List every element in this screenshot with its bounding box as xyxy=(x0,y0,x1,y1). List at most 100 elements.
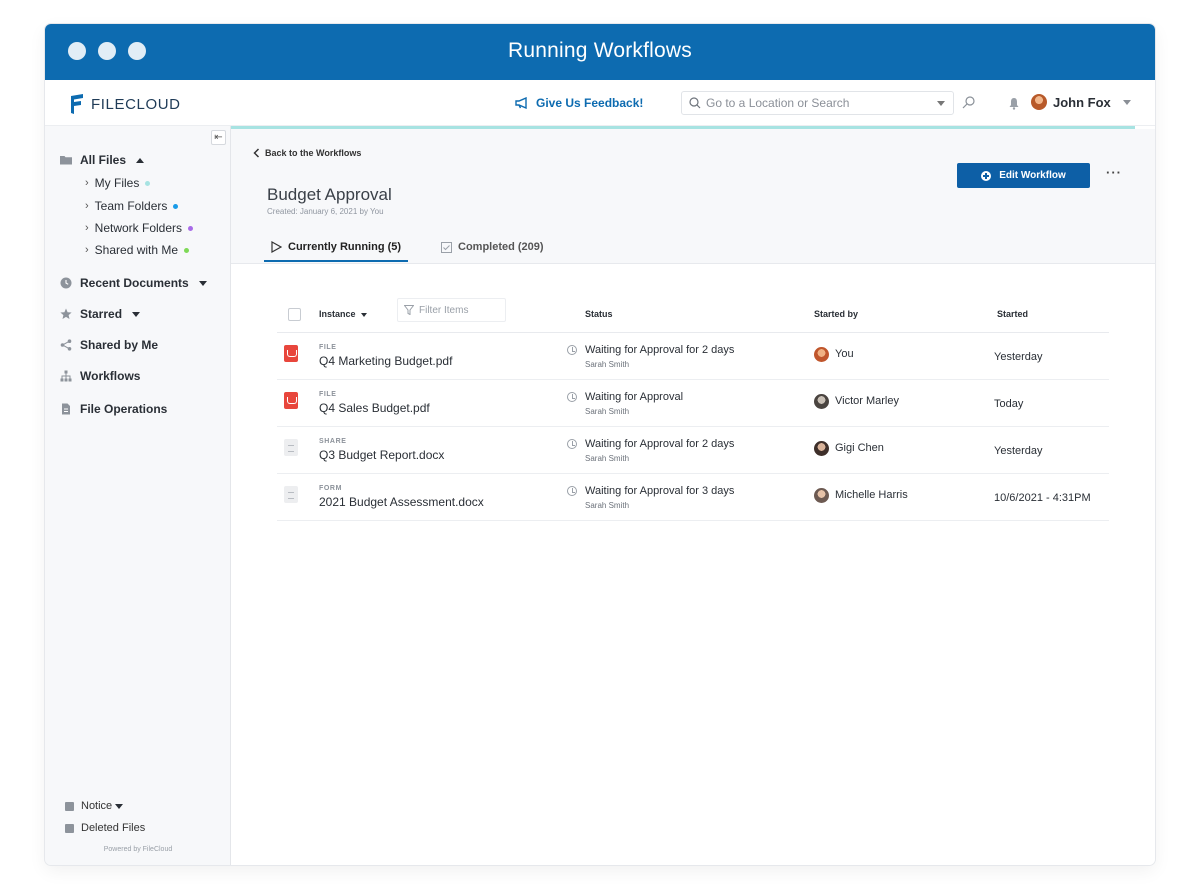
table-row[interactable]: FILE Q4 Marketing Budget.pdf Waiting for… xyxy=(277,333,1109,380)
sidebar-item-label: Shared with Me xyxy=(94,243,179,257)
sidebar-item-shared-with-me[interactable]: › Shared with Me xyxy=(85,243,190,257)
color-dot xyxy=(145,180,151,186)
clock-icon xyxy=(567,392,577,402)
active-tab-indicator xyxy=(264,260,408,262)
more-options-icon[interactable]: ··· xyxy=(1106,165,1122,180)
sidebar-item-workflows[interactable]: Workflows xyxy=(60,369,140,383)
document-icon xyxy=(62,403,70,415)
collapse-sidebar-icon[interactable]: ⇤ xyxy=(211,130,226,145)
filter-items-input[interactable] xyxy=(419,304,499,316)
clock-icon xyxy=(567,486,577,496)
chevron-right-icon: › xyxy=(85,244,89,256)
feedback-label: Give Us Feedback! xyxy=(536,96,644,110)
started-column-header[interactable]: Started xyxy=(997,309,1028,319)
chevron-up-icon xyxy=(136,157,145,163)
sidebar-item-starred[interactable]: Starred xyxy=(60,307,141,321)
tab-completed[interactable]: Completed (209) xyxy=(441,241,544,253)
avatar xyxy=(814,347,829,362)
item-kind: SHARE xyxy=(319,438,347,445)
feedback-link[interactable]: Give Us Feedback! xyxy=(515,96,643,110)
filecloud-logo[interactable]: FILECLOUD xyxy=(69,94,181,114)
item-name[interactable]: Q4 Sales Budget.pdf xyxy=(319,401,430,415)
workflow-icon xyxy=(60,370,72,382)
share-file-icon xyxy=(284,439,298,456)
filter-items-box[interactable] xyxy=(397,298,506,322)
user-menu[interactable]: John Fox xyxy=(1031,94,1131,110)
table-row[interactable]: SHARE Q3 Budget Report.docx Waiting for … xyxy=(277,427,1109,474)
sidebar-item-shared-by-me[interactable]: Shared by Me xyxy=(60,338,158,352)
sidebar-item-my-files[interactable]: › My Files xyxy=(85,176,151,190)
item-name[interactable]: Q3 Budget Report.docx xyxy=(319,448,444,462)
item-kind: FORM xyxy=(319,485,343,492)
user-name: John Fox xyxy=(1053,94,1111,110)
top-bar: FILECLOUD Give Us Feedback! Go to a Loca… xyxy=(45,80,1155,126)
table-row[interactable]: FORM 2021 Budget Assessment.docx Waiting… xyxy=(277,474,1109,521)
sidebar-item-recent-documents[interactable]: Recent Documents xyxy=(60,276,207,290)
page-title: Budget Approval xyxy=(267,185,392,204)
status-text: Waiting for Approval for 2 days xyxy=(585,344,735,356)
started-time: Yesterday xyxy=(994,445,1043,457)
sidebar-item-label: All Files xyxy=(80,153,127,167)
share-icon xyxy=(60,339,72,351)
sidebar-item-all-files[interactable]: All Files xyxy=(60,153,145,167)
status-column-header[interactable]: Status xyxy=(585,309,613,319)
status-assignee: Sarah Smith xyxy=(585,454,630,463)
started-time: Today xyxy=(994,398,1024,410)
play-icon xyxy=(271,241,282,253)
workflow-header: Back to the Workflows Budget Approval Cr… xyxy=(231,129,1155,264)
megaphone-icon xyxy=(515,97,527,109)
location-search[interactable] xyxy=(681,91,954,115)
back-to-workflows-link[interactable]: Back to the Workflows xyxy=(253,148,361,158)
started-by: Michelle Harris xyxy=(835,489,908,501)
color-dot xyxy=(188,225,194,231)
sidebar-item-label: Deleted Files xyxy=(81,822,146,834)
instance-column-header[interactable]: Instance xyxy=(319,309,368,319)
search-icon xyxy=(689,97,701,109)
table-row[interactable]: FILE Q4 Sales Budget.pdf Waiting for App… xyxy=(277,380,1109,427)
sidebar-item-deleted-files[interactable]: Deleted Files xyxy=(65,822,145,834)
advanced-search-icon[interactable] xyxy=(961,95,977,111)
status-assignee: Sarah Smith xyxy=(585,360,630,369)
item-name[interactable]: 2021 Budget Assessment.docx xyxy=(319,495,484,509)
chevron-right-icon: › xyxy=(85,177,89,189)
chevron-left-icon xyxy=(253,148,260,158)
started-by-column-header[interactable]: Started by xyxy=(814,309,858,319)
sidebar: ⇤ All Files › My Files › Team Folders › … xyxy=(45,126,231,865)
form-file-icon xyxy=(284,486,298,503)
clock-icon xyxy=(60,277,72,289)
sidebar-item-team-folders[interactable]: › Team Folders xyxy=(85,199,179,213)
powered-by: Powered by FileCloud xyxy=(103,846,173,853)
color-dot xyxy=(184,247,190,253)
item-kind: FILE xyxy=(319,391,337,398)
search-input[interactable] xyxy=(706,96,926,110)
back-link-label: Back to the Workflows xyxy=(265,148,362,158)
started-by: Victor Marley xyxy=(835,395,899,407)
edit-workflow-button[interactable]: Edit Workflow xyxy=(957,163,1090,188)
sidebar-item-label: Starred xyxy=(80,307,123,321)
sidebar-item-label: Notice xyxy=(81,800,113,812)
created-info: Created: January 6, 2021 by You xyxy=(267,207,384,216)
app-window: Running Workflows FILECLOUD Give Us Feed… xyxy=(45,24,1155,865)
search-dropdown-caret-icon[interactable] xyxy=(937,101,945,106)
sidebar-item-label: File Operations xyxy=(80,402,168,416)
select-all-checkbox[interactable] xyxy=(288,308,301,321)
folder-icon xyxy=(60,156,72,165)
sidebar-item-label: My Files xyxy=(94,176,140,190)
bell-icon[interactable] xyxy=(1008,97,1020,110)
avatar xyxy=(814,441,829,456)
clock-icon xyxy=(567,439,577,449)
sort-caret-icon xyxy=(361,313,368,317)
sidebar-item-label: Network Folders xyxy=(94,221,183,235)
sidebar-item-network-folders[interactable]: › Network Folders xyxy=(85,221,194,235)
user-avatar xyxy=(1031,94,1047,110)
tab-currently-running[interactable]: Currently Running (5) xyxy=(271,241,401,253)
sidebar-item-label: Workflows xyxy=(80,369,141,383)
sidebar-item-file-operations[interactable]: File Operations xyxy=(60,402,167,416)
item-name[interactable]: Q4 Marketing Budget.pdf xyxy=(319,354,452,368)
sidebar-item-notice[interactable]: Notice xyxy=(65,800,124,812)
avatar xyxy=(814,394,829,409)
status-text: Waiting for Approval for 3 days xyxy=(585,485,735,497)
chevron-down-icon xyxy=(198,280,207,286)
notice-icon xyxy=(65,801,74,811)
avatar xyxy=(814,488,829,503)
